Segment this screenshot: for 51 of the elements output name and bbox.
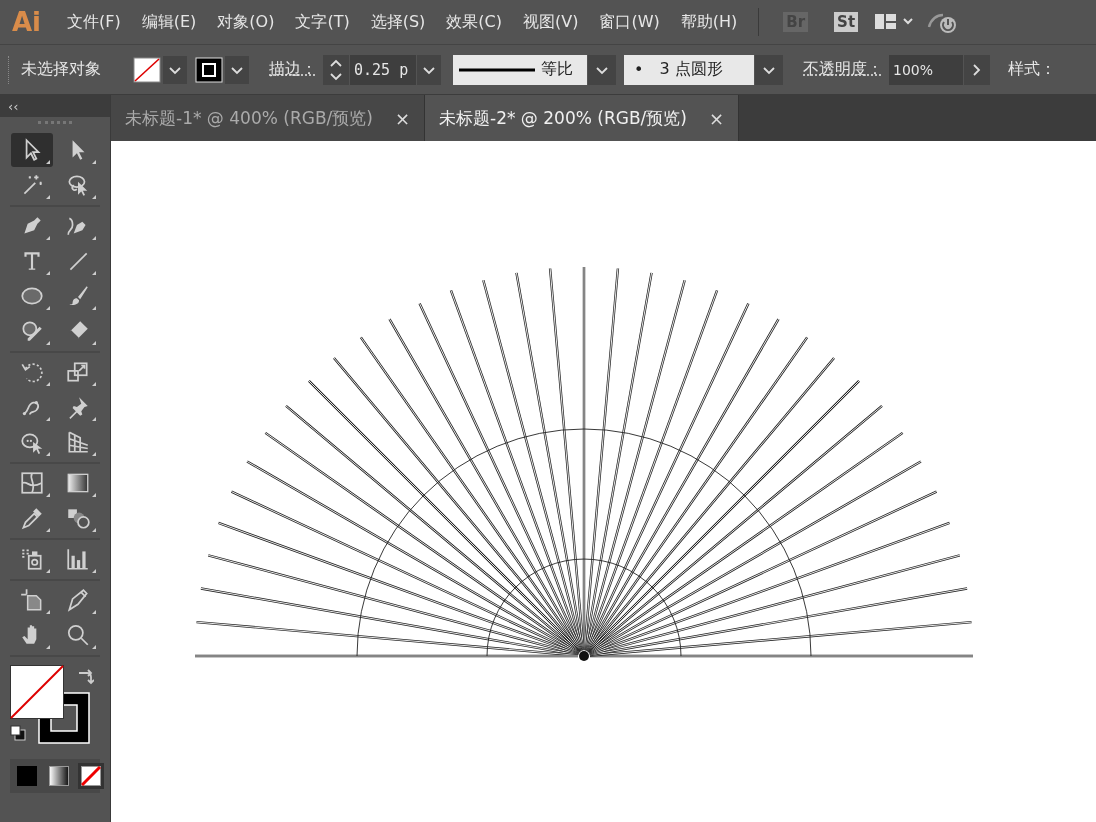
menu-item[interactable]: 窗口(W) [599, 11, 660, 33]
dropdown-caret-icon[interactable] [225, 55, 249, 84]
color-mode-button[interactable] [14, 763, 40, 789]
menu-item[interactable]: 编辑(E) [141, 11, 197, 33]
chevron-right-icon[interactable] [964, 54, 990, 85]
spray-can-icon [19, 546, 45, 572]
stock-button[interactable]: St [834, 12, 859, 32]
menu-item[interactable]: 选择(S) [370, 11, 426, 33]
gradient-mode-button[interactable] [46, 763, 72, 789]
mesh-icon [19, 470, 45, 496]
stroke-line-icon [459, 66, 535, 73]
dropdown-caret-icon[interactable] [417, 54, 441, 85]
brush-name: 3 点圆形 [659, 59, 723, 80]
opacity-label[interactable]: 不透明度： [803, 59, 883, 80]
menu-item[interactable]: 帮助(H) [680, 11, 738, 33]
stroke-swatch[interactable] [195, 56, 223, 83]
pointer-tool-button[interactable] [11, 133, 53, 167]
perspective-grid-icon [65, 429, 91, 455]
menu-item[interactable]: 效果(C) [446, 11, 502, 33]
swap-arrow-icon[interactable] [76, 667, 94, 685]
fill-swatch[interactable] [10, 665, 64, 719]
default-colors-icon[interactable] [10, 725, 26, 741]
opacity-field[interactable]: 100% [889, 54, 963, 85]
fill-swatch[interactable] [133, 56, 161, 83]
brush-dot: • [634, 60, 644, 79]
close-tab-button[interactable]: × [394, 107, 410, 129]
document-tab[interactable]: 未标题-2* @ 200% (RGB/预览) × [425, 95, 739, 141]
stepper-arrows-icon[interactable] [323, 54, 349, 85]
document-tab[interactable]: 未标题-1* @ 400% (RGB/预览) × [111, 95, 425, 141]
variable-width-profile-dropdown[interactable]: 等比 [453, 54, 587, 85]
collapse-button[interactable]: ‹‹ [8, 98, 19, 114]
dropdown-caret-icon[interactable] [755, 54, 783, 85]
dropdown-caret-icon[interactable] [588, 54, 616, 85]
none-mode-button[interactable] [78, 763, 104, 789]
eyedropper-icon [19, 505, 45, 531]
selection-status: 未选择对象 [21, 59, 101, 80]
workspace-switcher-icon[interactable] [874, 12, 915, 32]
menu-item[interactable]: 文件(F) [67, 11, 121, 33]
close-tab-button[interactable]: × [708, 107, 724, 129]
menu-item[interactable]: 文字(T) [295, 11, 350, 33]
style-label: 样式： [1008, 59, 1056, 80]
menu-item[interactable]: 对象(O) [217, 11, 275, 33]
dropdown-caret-icon[interactable] [163, 55, 187, 84]
menu-item[interactable]: 视图(V) [522, 11, 579, 33]
stroke-label[interactable]: 描边： [269, 59, 317, 80]
zoom-icon [65, 622, 91, 648]
stroke-weight-field[interactable]: 0.25 p [350, 54, 416, 85]
scale-icon [65, 359, 91, 385]
bar-graph-icon [65, 546, 91, 572]
brush-definition-dropdown[interactable]: • 3 点圆形 [624, 54, 754, 85]
app-logo: Ai [12, 7, 42, 37]
